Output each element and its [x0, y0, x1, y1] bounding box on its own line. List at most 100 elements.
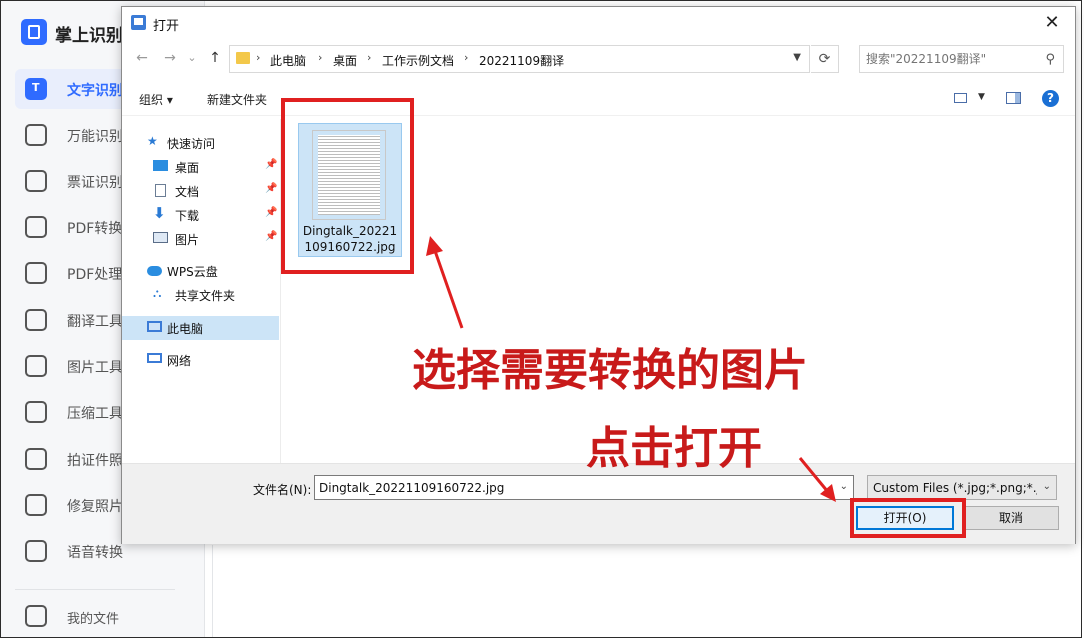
- address-dropdown-icon[interactable]: ▼: [793, 52, 801, 63]
- organize-button[interactable]: 组织 ▾: [139, 91, 173, 108]
- filename-field[interactable]: ⌄: [314, 475, 854, 500]
- pin-icon[interactable]: 📌: [265, 159, 277, 170]
- tree-label: 桌面: [175, 161, 200, 175]
- open-button-highlight-box: [850, 498, 966, 538]
- network-icon: [147, 353, 162, 363]
- breadcrumb-separator-icon: ›: [464, 51, 469, 64]
- pin-icon[interactable]: 📌: [265, 207, 277, 218]
- nav-label: PDF处理: [67, 267, 123, 283]
- file-type-filter[interactable]: Custom Files (*.jpg;*.png;*.jpeg) ⌄: [867, 475, 1057, 500]
- breadcrumb-separator-icon: ›: [318, 51, 323, 64]
- nav-label: 语音转换: [67, 545, 123, 561]
- filename-input[interactable]: [319, 476, 824, 499]
- tree-network[interactable]: 网络: [122, 348, 279, 372]
- nav-label: 拍证件照: [67, 453, 123, 469]
- forward-icon[interactable]: →: [160, 48, 180, 68]
- preview-pane-icon[interactable]: [1006, 92, 1021, 104]
- folder-icon: [236, 52, 250, 64]
- pdf-convert-icon: [25, 216, 47, 238]
- tree-documents[interactable]: 文档 📌: [122, 179, 279, 203]
- cancel-button[interactable]: 取消: [963, 506, 1059, 530]
- tree-this-pc[interactable]: 此电脑: [122, 316, 279, 340]
- voice-convert-icon: [25, 540, 47, 562]
- compress-icon: [25, 401, 47, 423]
- repair-photo-icon: [25, 494, 47, 516]
- new-folder-button[interactable]: 新建文件夹: [207, 91, 267, 108]
- my-files-item[interactable]: 我的文件: [15, 599, 195, 633]
- tree-wps-cloud[interactable]: WPS云盘: [122, 259, 279, 283]
- app-title: 掌上识别: [55, 26, 123, 46]
- help-icon[interactable]: ?: [1042, 90, 1059, 107]
- breadcrumb-current-folder[interactable]: 20221109翻译: [479, 52, 564, 69]
- tree-desktop[interactable]: 桌面 📌: [122, 155, 279, 179]
- change-view-icon[interactable]: [954, 93, 967, 103]
- nav-label: PDF转换: [67, 221, 123, 237]
- tree-downloads[interactable]: ⬇ 下载 📌: [122, 203, 279, 227]
- tree-quick-access[interactable]: ★ 快速访问: [122, 131, 279, 155]
- search-icon[interactable]: ⚲: [1045, 52, 1055, 67]
- nav-label: 修复照片: [67, 499, 123, 515]
- my-files-label: 我的文件: [67, 612, 120, 627]
- picture-icon: [153, 232, 168, 243]
- filename-label: 文件名(N):: [253, 483, 312, 497]
- ticket-icon: [25, 170, 47, 192]
- sidebar-divider: [15, 589, 175, 590]
- tree-label: WPS云盘: [167, 265, 218, 279]
- tree-pictures[interactable]: 图片 📌: [122, 227, 279, 251]
- share-icon: ⛬: [153, 286, 162, 300]
- recent-locations-chevron-icon[interactable]: ⌄: [182, 48, 202, 68]
- select-image-annotation: 选择需要转换的图片: [412, 345, 808, 396]
- dialog-titlebar: 打开 ✕: [122, 7, 1075, 39]
- file-type-label: Custom Files (*.jpg;*.png;*.jpeg): [873, 481, 1037, 495]
- universal-scan-icon: [25, 124, 47, 146]
- text-recognition-icon: [25, 78, 47, 100]
- navigation-pane: ★ 快速访问 桌面 📌 文档 📌 ⬇ 下载 📌 图片 📌 WPS云盘 ⛬ 共享文…: [122, 119, 281, 463]
- pdf-process-icon: [25, 262, 47, 284]
- id-photo-icon: [25, 448, 47, 470]
- breadcrumb-this-pc[interactable]: 此电脑: [270, 52, 306, 69]
- tree-label: 快速访问: [167, 137, 216, 151]
- cloud-icon: [147, 266, 162, 276]
- dialog-toolbar: 组织 ▾ 新建文件夹 ▼ ?: [122, 85, 1075, 116]
- filename-dropdown-icon[interactable]: ⌄: [840, 481, 848, 492]
- filter-dropdown-icon[interactable]: ⌄: [1043, 481, 1051, 492]
- nav-label: 文字识别: [67, 83, 123, 99]
- view-options-chevron-icon[interactable]: ▼: [978, 92, 985, 102]
- desktop-icon: [153, 160, 168, 171]
- document-icon: [155, 184, 166, 197]
- dialog-app-icon: [131, 15, 146, 30]
- tree-label: 网络: [167, 354, 192, 368]
- nav-label: 万能识别: [67, 129, 123, 145]
- tree-label: 图片: [175, 233, 200, 247]
- star-icon: ★: [147, 134, 158, 148]
- navigation-row: ← → ⌄ ↑ › 此电脑 › 桌面 › 工作示例文档 › 20221109翻译…: [122, 43, 1075, 75]
- search-box[interactable]: ⚲: [859, 45, 1064, 73]
- translate-icon: [25, 309, 47, 331]
- computer-icon: [147, 321, 162, 332]
- breadcrumb-work-docs[interactable]: 工作示例文档: [382, 52, 454, 69]
- breadcrumb-separator-icon: ›: [367, 51, 372, 64]
- dialog-title: 打开: [153, 19, 180, 34]
- address-bar[interactable]: › 此电脑 › 桌面 › 工作示例文档 › 20221109翻译 ▼: [229, 45, 810, 73]
- image-tool-icon: [25, 355, 47, 377]
- tree-shared-folder[interactable]: ⛬ 共享文件夹: [122, 283, 279, 307]
- breadcrumb-desktop[interactable]: 桌面: [333, 52, 357, 69]
- refresh-icon[interactable]: ⟳: [811, 45, 839, 73]
- tree-label: 下载: [175, 209, 200, 223]
- pin-icon[interactable]: 📌: [265, 183, 277, 194]
- download-icon: ⬇: [153, 204, 166, 222]
- my-files-icon: [25, 605, 47, 627]
- search-input[interactable]: [866, 46, 1041, 72]
- nav-label: 翻译工具: [67, 314, 123, 330]
- nav-label: 压缩工具: [67, 406, 123, 422]
- back-icon[interactable]: ←: [132, 48, 152, 68]
- close-button[interactable]: ✕: [1037, 11, 1067, 35]
- breadcrumb-separator-icon: ›: [256, 51, 261, 64]
- nav-label: 票证识别: [67, 175, 123, 191]
- tree-label: 共享文件夹: [175, 289, 236, 303]
- pin-icon[interactable]: 📌: [265, 231, 277, 242]
- up-icon[interactable]: ↑: [205, 48, 225, 68]
- tree-label: 文档: [175, 185, 200, 199]
- app-main-area: [212, 545, 1081, 637]
- tree-label: 此电脑: [167, 322, 204, 336]
